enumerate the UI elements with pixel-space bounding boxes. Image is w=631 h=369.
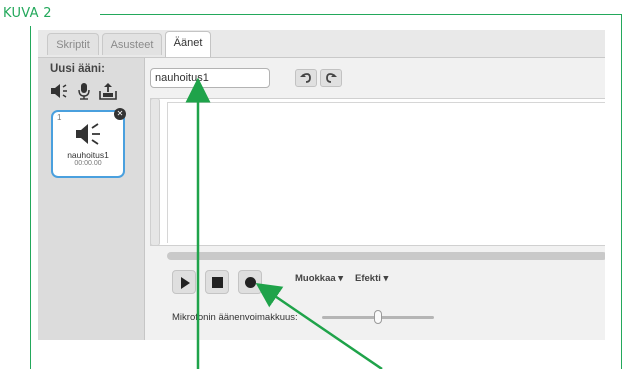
stop-icon	[212, 277, 223, 288]
play-button[interactable]	[172, 270, 196, 294]
figure-frame-top	[100, 14, 622, 15]
microphone-volume-label: Mikrofonin äänenvoimakkuus:	[172, 312, 298, 323]
close-icon[interactable]: ✕	[114, 108, 126, 120]
sound-editor-window: Skriptit Asusteet Äänet Uusi ääni: 1 ✕ n…	[38, 30, 605, 340]
figure-frame-left	[30, 26, 31, 369]
edit-menu[interactable]: Muokkaa ▾	[295, 273, 343, 284]
upload-icon[interactable]	[98, 82, 118, 100]
sound-name: nauhoitus1	[67, 150, 109, 160]
redo-button[interactable]	[320, 69, 342, 87]
record-icon	[245, 277, 256, 288]
microphone-icon[interactable]	[74, 82, 94, 100]
undo-button[interactable]	[295, 69, 317, 87]
effect-menu[interactable]: Efekti ▾	[355, 273, 388, 284]
tab-sounds[interactable]: Äänet	[165, 31, 211, 58]
tab-costumes[interactable]: Asusteet	[102, 33, 162, 55]
waveform-canvas[interactable]	[167, 102, 605, 243]
sound-name-input[interactable]	[150, 68, 270, 88]
sound-list-sidebar: Uusi ääni: 1 ✕ nauhoitus1 00:00.00	[38, 58, 145, 340]
speaker-icon	[76, 123, 100, 145]
sound-index: 1	[57, 113, 62, 122]
figure-frame-right	[621, 14, 622, 369]
tab-scripts[interactable]: Skriptit	[47, 33, 99, 55]
sound-thumbnail[interactable]: 1 ✕ nauhoitus1 00:00.00	[51, 108, 126, 178]
waveform-side-handle[interactable]	[150, 98, 160, 246]
figure-label: KUVA 2	[3, 6, 52, 21]
microphone-volume-knob[interactable]	[374, 310, 382, 324]
horizontal-scrollbar[interactable]	[167, 252, 605, 260]
sound-editor: Muokkaa ▾ Efekti ▾ Mikrofonin äänenvoima…	[145, 58, 605, 340]
undo-icon	[300, 73, 311, 83]
tab-bar: Skriptit Asusteet Äänet	[38, 30, 605, 58]
stop-button[interactable]	[205, 270, 229, 294]
new-sound-label: Uusi ääni:	[50, 63, 105, 75]
play-icon	[181, 277, 190, 289]
speaker-library-icon[interactable]	[50, 82, 70, 100]
record-button[interactable]	[238, 270, 262, 294]
redo-icon	[326, 73, 337, 83]
sound-duration: 00:00.00	[74, 160, 102, 167]
